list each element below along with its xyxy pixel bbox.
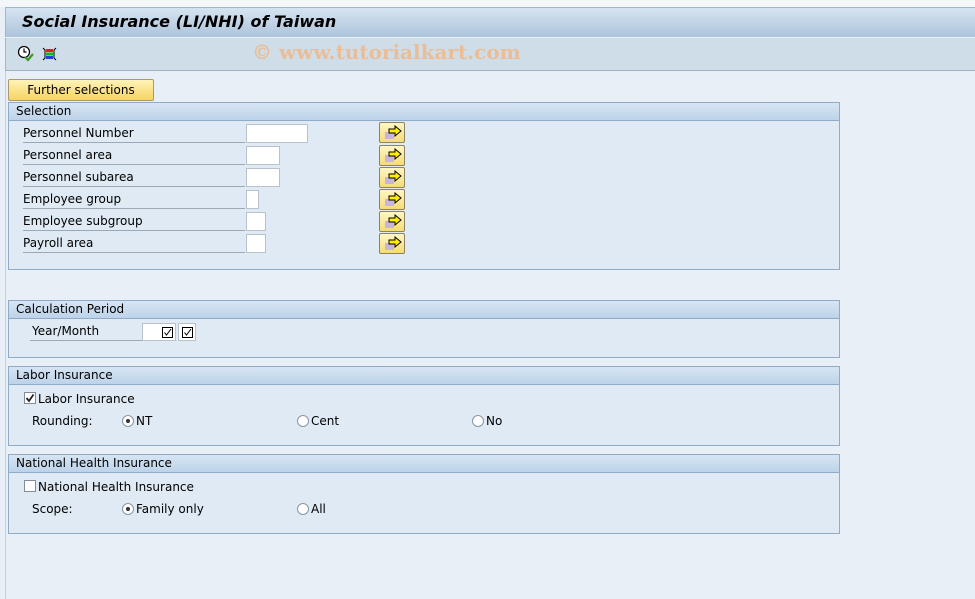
personnel-subarea-field[interactable]: [246, 168, 280, 187]
rounding-no-radio[interactable]: [472, 415, 484, 427]
calculation-period-title: Calculation Period: [9, 301, 839, 319]
national-health-insurance-group: National Health Insurance: [8, 454, 840, 534]
year-month-field[interactable]: [142, 323, 176, 341]
labor-insurance-group: Labor Insurance: [8, 366, 840, 446]
scope-family-only-radio[interactable]: [122, 503, 134, 515]
arrow-right-icon: [388, 170, 402, 182]
personnel-number-label: Personnel Number: [23, 124, 245, 143]
scope-all-label: All: [311, 502, 326, 516]
required-check-icon: [162, 327, 173, 338]
rounding-nt-label: NT: [136, 414, 153, 428]
year-month-help-button[interactable]: [178, 323, 196, 341]
employee-subgroup-label: Employee subgroup: [23, 212, 245, 231]
national-health-insurance-checkbox[interactable]: [24, 480, 36, 492]
personnel-subarea-label: Personnel subarea: [23, 168, 245, 187]
checkmark-icon: [25, 393, 35, 403]
selection-group-title: Selection: [9, 103, 839, 121]
personnel-area-label: Personnel area: [23, 146, 245, 165]
national-health-insurance-title: National Health Insurance: [9, 455, 839, 473]
check-icon: [182, 327, 193, 338]
scope-all-radio[interactable]: [297, 503, 309, 515]
title-bar: Social Insurance (LI/NHI) of Taiwan: [5, 7, 975, 37]
scope-family-only-label: Family only: [136, 502, 204, 516]
window-top-strip: [0, 0, 975, 7]
personnel-area-field[interactable]: [246, 146, 280, 165]
left-border: [5, 71, 6, 599]
arrow-right-icon: [388, 236, 402, 248]
personnel-area-multiple-selection-button[interactable]: [379, 145, 405, 166]
employee-group-field[interactable]: [246, 190, 259, 209]
watermark: © www.tutorialkart.com: [252, 40, 521, 64]
arrow-right-icon: [388, 148, 402, 160]
employee-group-multiple-selection-button[interactable]: [379, 189, 405, 210]
rounding-label: Rounding:: [32, 414, 93, 428]
payroll-area-multiple-selection-button[interactable]: [379, 233, 405, 254]
arrow-right-icon: [388, 214, 402, 226]
labor-insurance-checkbox-label: Labor Insurance: [38, 392, 135, 406]
arrow-right-icon: [388, 125, 402, 137]
rounding-no-label: No: [486, 414, 503, 428]
payroll-area-field[interactable]: [246, 234, 266, 253]
personnel-number-field[interactable]: [246, 124, 308, 143]
year-month-label: Year/Month: [30, 322, 144, 341]
labor-insurance-checkbox[interactable]: [24, 392, 36, 404]
scope-label: Scope:: [32, 502, 73, 516]
employee-subgroup-multiple-selection-button[interactable]: [379, 211, 405, 232]
personnel-number-multiple-selection-button[interactable]: [379, 122, 405, 143]
rounding-cent-radio[interactable]: [297, 415, 309, 427]
execute-background-icon[interactable]: [17, 45, 35, 63]
variant-icon[interactable]: [41, 45, 59, 63]
employee-subgroup-field[interactable]: [246, 212, 266, 231]
page-title: Social Insurance (LI/NHI) of Taiwan: [22, 12, 337, 31]
labor-insurance-title: Labor Insurance: [9, 367, 839, 385]
rounding-cent-label: Cent: [311, 414, 340, 428]
personnel-subarea-multiple-selection-button[interactable]: [379, 167, 405, 188]
employee-group-label: Employee group: [23, 190, 245, 209]
payroll-area-label: Payroll area: [23, 234, 245, 253]
rounding-nt-radio[interactable]: [122, 415, 134, 427]
application-toolbar: © www.tutorialkart.com: [5, 38, 975, 71]
national-health-insurance-checkbox-label: National Health Insurance: [38, 480, 194, 494]
arrow-right-icon: [388, 192, 402, 204]
further-selections-button[interactable]: Further selections: [8, 79, 154, 101]
